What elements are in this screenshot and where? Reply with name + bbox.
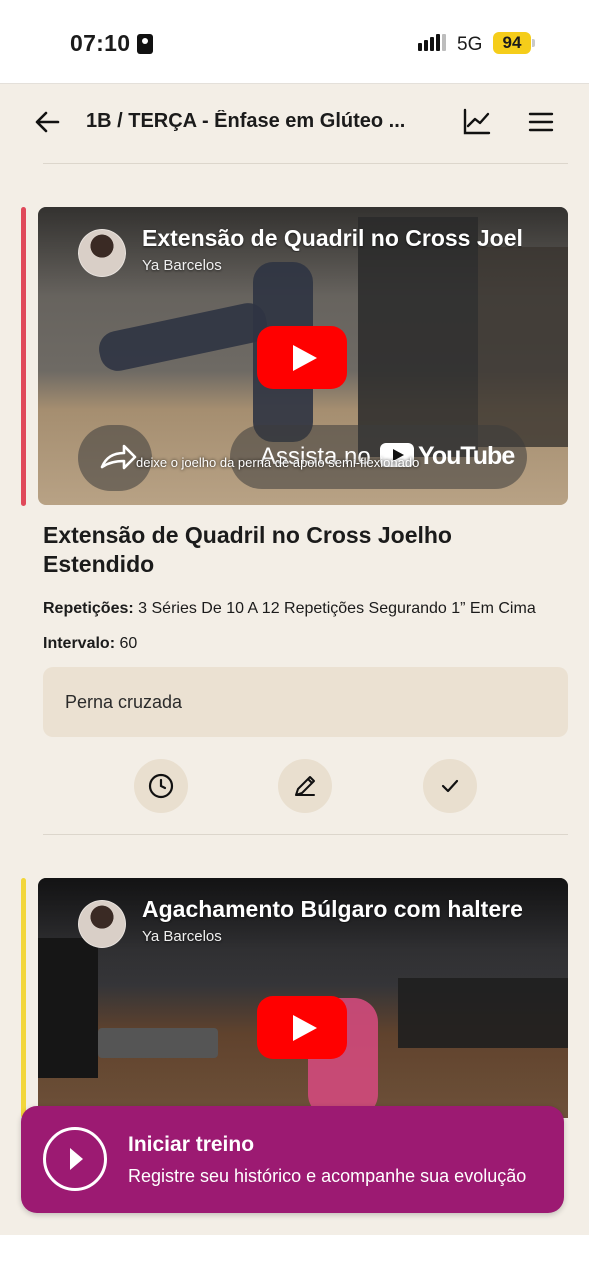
- app-header: 1B / TERÇA - Ênfase em Glúteo ...: [0, 84, 589, 164]
- exercise-note[interactable]: Perna cruzada: [43, 667, 568, 737]
- status-time: 07:10: [70, 30, 131, 56]
- pencil-icon: [295, 776, 315, 796]
- contact-card-icon: [137, 34, 153, 54]
- bottom-safe-area: [0, 1235, 589, 1280]
- video-title[interactable]: Extensão de Quadril no Cross Joelho Este…: [142, 225, 522, 252]
- check-icon: [441, 779, 459, 793]
- exercise-video-player[interactable]: Extensão de Quadril no Cross Joelho Este…: [38, 207, 568, 505]
- battery-level: 94: [493, 32, 531, 54]
- menu-button[interactable]: [525, 106, 557, 138]
- header-divider: [43, 163, 568, 164]
- interval-value: 60: [119, 635, 138, 652]
- repetitions-label: Repetições:: [43, 600, 134, 617]
- play-button[interactable]: [257, 996, 347, 1059]
- exercise-name: Extensão de Quadril no Cross Joelho Este…: [43, 522, 452, 577]
- battery-icon: [532, 39, 535, 47]
- exercise-note-text: Perna cruzada: [65, 692, 183, 712]
- video-channel: Ya Barcelos: [142, 257, 222, 274]
- video-title[interactable]: Agachamento Búlgaro com halteres: [142, 896, 522, 923]
- video-channel: Ya Barcelos: [142, 928, 222, 945]
- channel-avatar[interactable]: [78, 229, 126, 277]
- progress-chart-button[interactable]: [460, 106, 492, 138]
- exercise-repetitions: Repetições: 3 Séries De 10 A 12 Repetiçõ…: [43, 600, 568, 618]
- youtube-wordmark: YouTube: [418, 442, 515, 470]
- exercise-accent-bar: [21, 207, 26, 506]
- page-title: 1B / TERÇA - Ênfase em Glúteo ...: [86, 110, 406, 132]
- rest-timer-button[interactable]: [134, 759, 188, 813]
- signal-icon: [418, 33, 448, 53]
- start-workout-title: Iniciar treino: [128, 1133, 255, 1156]
- exercise-accent-bar: [21, 878, 26, 1118]
- status-bar: 07:10 5G 94: [0, 0, 589, 84]
- complete-exercise-button[interactable]: [423, 759, 477, 813]
- exercise-interval: Intervalo: 60: [43, 635, 568, 653]
- start-workout-subtitle: Registre seu histórico e acompanhe sua e…: [128, 1166, 527, 1186]
- exercise-video-player[interactable]: Agachamento Búlgaro com halteres Ya Barc…: [38, 878, 568, 1118]
- hamburger-menu-icon: [528, 112, 554, 132]
- clock-icon: [148, 773, 174, 799]
- start-workout-banner[interactable]: Iniciar treino Registre seu histórico e …: [21, 1106, 564, 1213]
- play-circle-icon: [43, 1127, 107, 1191]
- interval-label: Intervalo:: [43, 635, 116, 652]
- arrow-left-icon: [35, 111, 60, 133]
- repetitions-value: 3 Séries De 10 A 12 Repetições Segurando…: [138, 600, 536, 617]
- back-button[interactable]: [32, 106, 64, 138]
- play-button[interactable]: [257, 326, 347, 389]
- chart-line-icon: [463, 108, 491, 135]
- channel-avatar[interactable]: [78, 900, 126, 948]
- network-type: 5G: [457, 34, 483, 55]
- video-caption: deixe o joelho da perna de apoio semi-fl…: [136, 455, 420, 470]
- edit-exercise-button[interactable]: [278, 759, 332, 813]
- exercise-divider: [43, 834, 568, 835]
